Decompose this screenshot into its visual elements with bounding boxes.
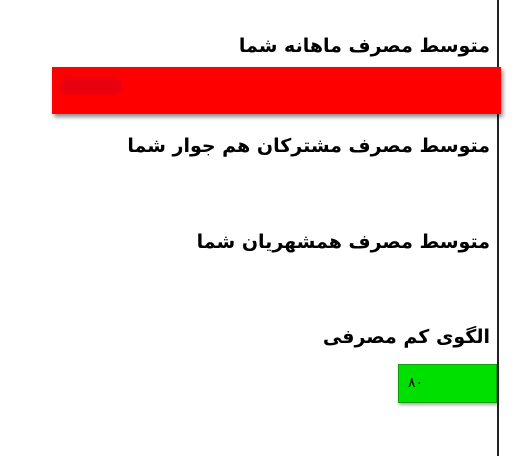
low-consumption-pattern-value: ۸۰ (408, 375, 424, 391)
redacted-monthly-value (60, 77, 122, 95)
consumption-comparison-panel: متوسط مصرف ماهانه شما متوسط مصرف مشترکان… (0, 0, 520, 456)
monthly-average-label: متوسط مصرف ماهانه شما (238, 35, 490, 57)
neighbors-average-label: متوسط مصرف مشترکان هم جوار شما (127, 135, 490, 157)
low-consumption-pattern-label: الگوی کم مصرفی (322, 326, 490, 348)
citizens-average-label: متوسط مصرف همشهریان شما (196, 231, 490, 253)
